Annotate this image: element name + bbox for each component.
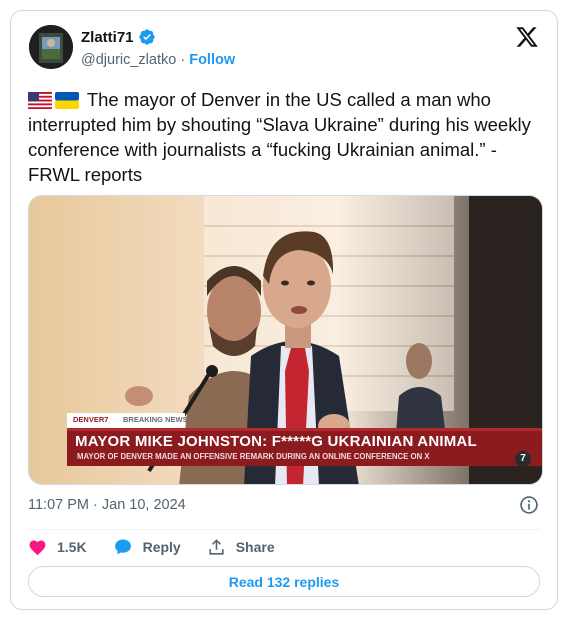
heart-icon xyxy=(29,540,46,555)
tweet-media[interactable]: DENVER7 BREAKING NEWS MAYOR MIKE JOHNSTO… xyxy=(28,195,543,485)
author-display-name[interactable]: Zlatti71 xyxy=(81,29,134,46)
like-button[interactable]: 1.5K xyxy=(28,538,87,557)
share-icon xyxy=(209,538,224,555)
author-handle-row: @djuric_zlatko · Follow xyxy=(81,52,235,68)
tweet-timestamp[interactable]: 11:07 PM · Jan 10, 2024 xyxy=(28,497,186,513)
station-label: DENVER7 xyxy=(73,415,109,424)
author-name-row: Zlatti71 xyxy=(81,28,156,46)
tweet-text: The mayor of Denver in the US called a m… xyxy=(28,87,543,187)
ukraine-flag-icon xyxy=(55,92,79,109)
channel-logo: 7 xyxy=(515,451,531,467)
author-handle[interactable]: @djuric_zlatko xyxy=(81,52,176,68)
read-replies-button[interactable]: Read 132 replies xyxy=(28,566,540,597)
news-subheadline: MAYOR OF DENVER MADE AN OFFENSIVE REMARK… xyxy=(77,452,430,461)
news-headline: MAYOR MIKE JOHNSTON: F*****G UKRAINIAN A… xyxy=(75,433,477,450)
like-count: 1.5K xyxy=(57,539,87,555)
tweet-body: The mayor of Denver in the US called a m… xyxy=(28,89,531,185)
verified-badge-icon xyxy=(138,29,155,45)
handle-separator: · xyxy=(180,52,186,68)
follow-button[interactable]: Follow xyxy=(189,52,235,68)
breaking-news-label: BREAKING NEWS xyxy=(123,415,188,424)
reply-label: Reply xyxy=(142,539,181,555)
info-icon[interactable] xyxy=(519,495,539,515)
reply-button[interactable]: Reply xyxy=(113,537,181,557)
avatar-image xyxy=(29,25,73,69)
action-bar: 1.5K Reply Share xyxy=(28,534,275,560)
reply-bubble-icon xyxy=(114,539,131,555)
share-button[interactable]: Share xyxy=(207,538,275,557)
us-flag-icon xyxy=(28,92,52,109)
tweet-card: Zlatti71 @djuric_zlatko · Follow The may… xyxy=(10,10,558,610)
share-label: Share xyxy=(235,539,275,555)
divider xyxy=(28,529,540,530)
x-logo-icon[interactable] xyxy=(515,25,539,49)
avatar[interactable] xyxy=(29,25,73,69)
